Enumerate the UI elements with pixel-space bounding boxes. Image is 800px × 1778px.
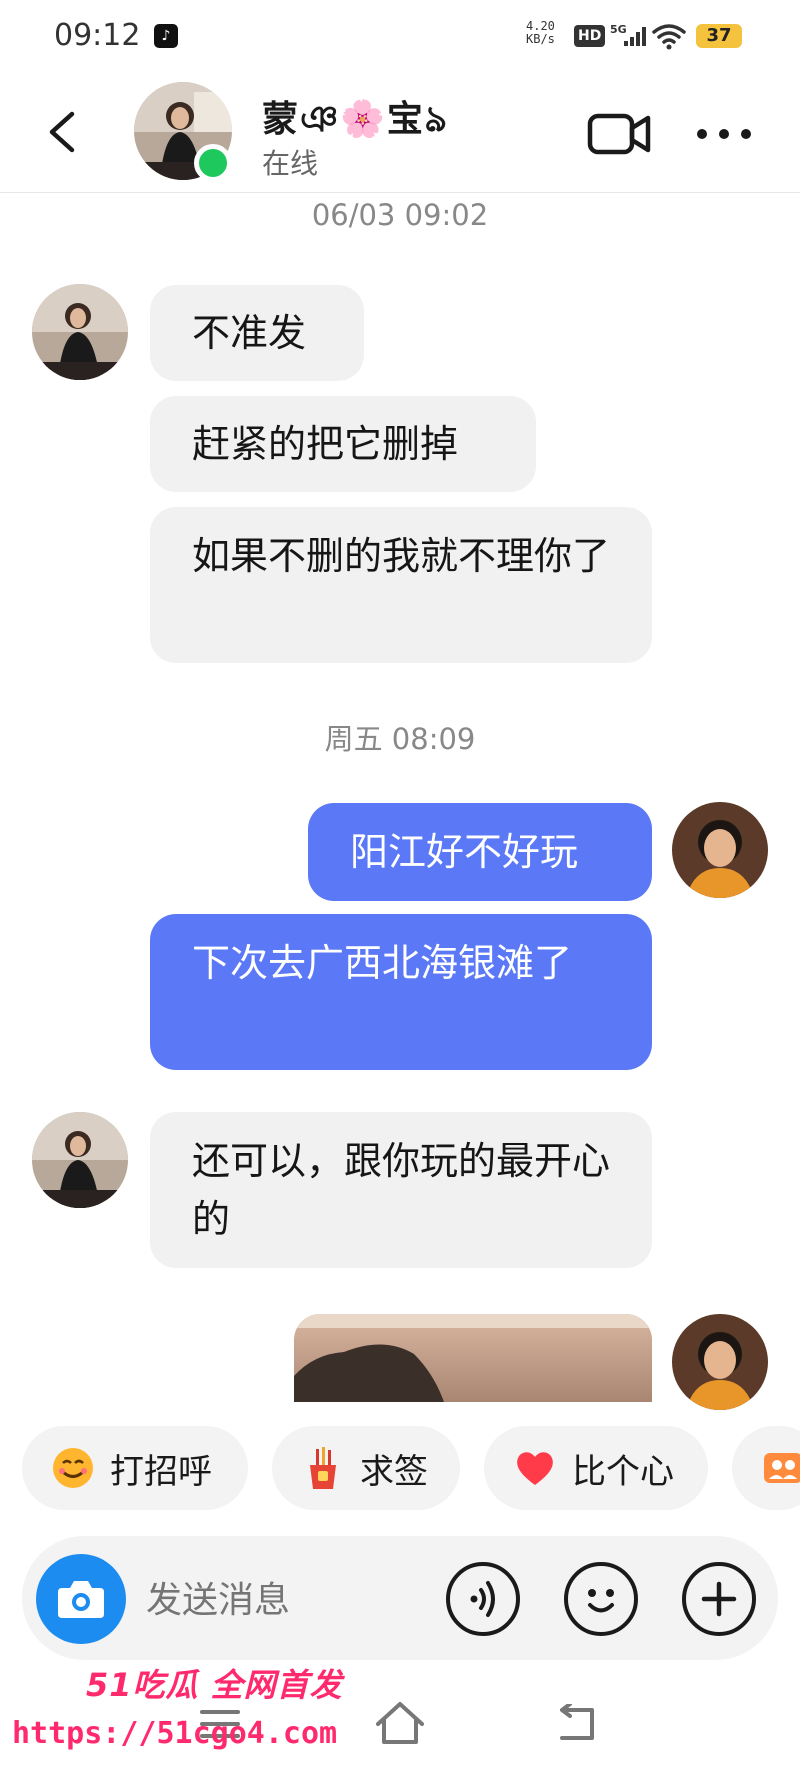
incoming-message-bubble[interactable]: 不准发 [150,285,364,381]
image-message[interactable] [294,1314,652,1402]
contact-online-status: 在线 [262,147,319,180]
tiktok-notification-icon: ♪ [154,24,178,48]
incoming-message-bubble[interactable]: 如果不删的我就不理你了 [150,507,652,663]
camera-button[interactable] [36,1554,126,1644]
back-arrow-icon[interactable] [42,108,82,156]
quick-reply-label: 打招呼 [110,1451,212,1492]
fortune-sticks-icon [310,1447,336,1489]
header-divider [0,192,800,193]
smile-face-icon [53,1448,93,1488]
my-avatar[interactable] [672,1314,768,1410]
video-call-icon[interactable] [586,110,652,158]
incoming-message-bubble[interactable]: 还可以，跟你玩的最开心的 [150,1112,652,1268]
network-speed: 4.20 KB/s [526,20,555,46]
quick-reply-fortune[interactable]: 求签 [272,1426,460,1510]
quick-reply-heart[interactable]: 比个心 [484,1426,708,1510]
watermark-url: https://51cgo4.com [12,1716,338,1751]
contact-message-avatar[interactable] [32,1112,128,1208]
outgoing-message-bubble[interactable]: 阳江好不好玩 [308,803,652,901]
battery-indicator: 37 [696,24,742,48]
voice-button[interactable] [446,1562,520,1636]
emoji-button[interactable] [564,1562,638,1636]
signal-icon: 5G [610,23,646,46]
quick-reply-label: 求签 [360,1451,428,1492]
quick-reply-photo[interactable] [732,1426,800,1510]
network-speed-unit: KB/s [526,32,555,46]
contact-message-avatar[interactable] [32,284,128,380]
camera-icon [58,1581,104,1618]
status-time: 09:12 [54,18,141,53]
group-photo-icon [764,1453,800,1483]
home-nav-icon[interactable] [374,1700,426,1746]
wifi-icon [652,24,686,50]
quick-reply-greet[interactable]: 打招呼 [22,1426,248,1510]
more-options-icon[interactable] [694,124,754,144]
message-input[interactable] [146,1574,426,1626]
quick-reply-label: 比个心 [572,1451,674,1492]
plus-icon [701,1581,737,1617]
online-status-dot [194,144,232,182]
incoming-message-bubble[interactable]: 赶紧的把它删掉 [150,396,536,492]
outgoing-message-bubble[interactable]: 下次去广西北海银滩了 [150,914,652,1070]
back-nav-icon[interactable] [554,1704,600,1744]
message-timestamp: 周五 08:09 [324,722,476,756]
network-type: 5G [610,23,627,36]
more-actions-button[interactable] [682,1562,756,1636]
heart-icon [517,1452,553,1485]
hd-badge: HD [574,25,606,47]
emoji-face-icon [588,1589,614,1613]
watermark-brand: 51吃瓜 全网首发 [86,1666,343,1704]
message-timestamp: 06/03 09:02 [311,198,489,232]
my-avatar[interactable] [672,802,768,898]
voice-wave-icon [470,1581,495,1617]
